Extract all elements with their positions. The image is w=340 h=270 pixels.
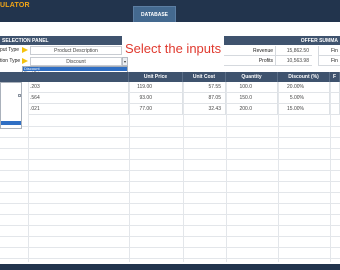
column-header-unit-price: Unit Price	[129, 72, 183, 82]
input-type-label: put Type	[0, 47, 20, 53]
footer-bar	[0, 264, 340, 270]
arrow-right-icon	[22, 58, 28, 64]
grid-line	[0, 181, 340, 182]
unit-price-cell[interactable]: 119.00	[129, 82, 183, 93]
table-row[interactable]: .021 77.00 32.43 200.0 15.00%	[0, 104, 340, 115]
revenue-label: Revenue	[224, 46, 276, 56]
input-type-select[interactable]: Product Description	[30, 46, 122, 55]
profits-label: Profits	[224, 56, 276, 66]
grid-line	[0, 225, 340, 226]
quantity-cell[interactable]: 100.0	[226, 82, 278, 93]
column-header-final: F	[330, 72, 340, 82]
top-bar: ULATOR DATABASE	[0, 0, 340, 22]
final-price-cell[interactable]	[330, 104, 340, 115]
grid-line	[0, 192, 340, 193]
grid-line	[226, 82, 227, 262]
grid-line	[0, 203, 340, 204]
product-id-listbox[interactable]	[0, 82, 22, 129]
listbox-selected-item[interactable]	[1, 121, 21, 125]
column-header-product	[0, 72, 129, 82]
grid-line	[330, 82, 331, 262]
column-header-quantity: Quantity	[226, 72, 278, 82]
grid-line	[129, 82, 130, 262]
grid-line	[0, 214, 340, 215]
product-id-cell[interactable]: .203	[28, 82, 129, 93]
final-price-cell[interactable]	[330, 82, 340, 93]
final-label: Fin	[318, 46, 340, 56]
discount-cell[interactable]: 5.00%	[278, 93, 330, 104]
chevron-down-icon[interactable]: ▾	[122, 57, 128, 66]
tab-database[interactable]: DATABASE	[133, 6, 176, 22]
final-price-cell[interactable]	[330, 93, 340, 104]
selection-panel-header: SELECTION PANEL	[0, 36, 122, 45]
grid-line	[0, 137, 340, 138]
unit-price-cell[interactable]: 77.00	[129, 104, 183, 115]
discount-cell[interactable]: 20.00%	[278, 82, 330, 93]
column-header-unit-cost: Unit Cost	[183, 72, 226, 82]
table-row[interactable]: .564 93.00 87.05 150.0 5.00%	[0, 93, 340, 104]
unit-cost-cell[interactable]: 87.05	[183, 93, 226, 104]
grid-line	[28, 82, 29, 262]
table-row[interactable]: .203 119.00 57.55 100.0 20.00%	[0, 82, 340, 93]
profits-value: 10,563.98	[276, 56, 312, 66]
revenue-value: 15,862.50	[276, 46, 312, 56]
final-label: Fin	[318, 56, 340, 66]
product-id-cell[interactable]: .564	[28, 93, 129, 104]
grid-line	[0, 159, 340, 160]
grid-line	[0, 170, 340, 171]
unit-price-cell[interactable]: 93.00	[129, 93, 183, 104]
scroll-arrow-icon[interactable]	[18, 94, 21, 97]
product-id-cell[interactable]: .021	[28, 104, 129, 115]
app-title: ULATOR	[0, 2, 30, 9]
grid-line	[0, 247, 340, 248]
selection-type-select[interactable]: Discount	[30, 57, 122, 66]
grid-line	[0, 126, 340, 127]
grid-line	[0, 236, 340, 237]
grid-line	[0, 148, 340, 149]
grid-line	[278, 82, 279, 262]
grid-line	[0, 258, 340, 259]
selection-type-label: tion Type	[0, 58, 21, 64]
instruction-annotation: Select the inputs	[125, 41, 222, 56]
offer-summary-header: OFFER SUMMA	[224, 36, 340, 45]
discount-cell[interactable]: 15.00%	[278, 104, 330, 115]
unit-cost-cell[interactable]: 57.55	[183, 82, 226, 93]
arrow-right-icon	[22, 47, 28, 53]
unit-cost-cell[interactable]: 32.43	[183, 104, 226, 115]
quantity-cell[interactable]: 200.0	[226, 104, 278, 115]
column-header-discount: Discount (%)	[278, 72, 330, 82]
grid-line	[183, 82, 184, 262]
quantity-cell[interactable]: 150.0	[226, 93, 278, 104]
